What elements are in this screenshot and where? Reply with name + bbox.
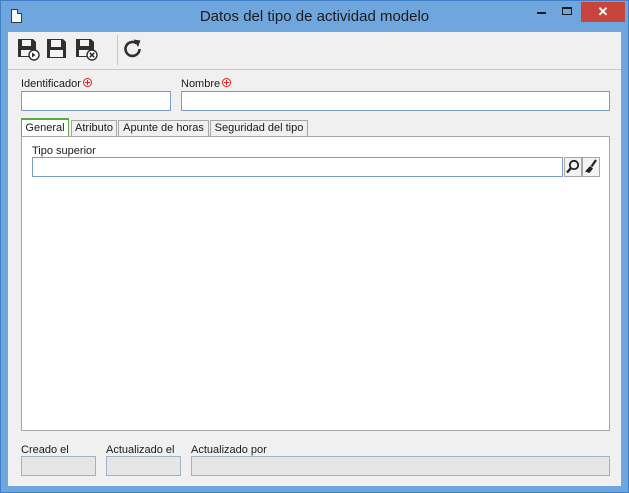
tab-seguridad-del-tipo[interactable]: Seguridad del tipo [210, 120, 308, 137]
save-and-close-button[interactable] [74, 37, 98, 61]
close-button[interactable]: ✕ [581, 2, 625, 22]
nombre-input[interactable] [181, 91, 610, 111]
refresh-button[interactable] [121, 37, 145, 61]
minimize-icon [536, 12, 546, 14]
save-icon [47, 39, 66, 58]
save-button[interactable] [45, 37, 69, 61]
search-button[interactable] [564, 157, 582, 177]
actualizado-el-label: Actualizado el [106, 444, 175, 456]
toolbar [8, 32, 621, 70]
minimize-button[interactable] [528, 2, 554, 22]
save-and-new-button[interactable] [16, 37, 40, 61]
search-icon [566, 159, 580, 174]
identificador-label: Identificador [21, 78, 92, 90]
tab-general[interactable]: General [21, 118, 69, 137]
clear-button[interactable] [582, 157, 600, 177]
toolbar-separator [117, 35, 118, 65]
title-bar[interactable]: Datos del tipo de actividad modelo ✕ [1, 1, 628, 32]
refresh-icon [124, 39, 141, 58]
dialog-window: Datos del tipo de actividad modelo ✕ Ide… [0, 0, 629, 493]
required-icon [222, 78, 232, 87]
dialog-client-area: Identificador Nombre General Atributo Ap… [8, 32, 621, 486]
actualizado-por-label: Actualizado por [191, 444, 267, 456]
creado-el-field [21, 456, 96, 476]
nombre-label: Nombre [181, 78, 232, 90]
maximize-icon [562, 7, 572, 15]
tipo-superior-input[interactable] [32, 157, 563, 177]
general-tab-panel: Tipo superior [21, 136, 610, 431]
identificador-input[interactable] [21, 91, 171, 111]
maximize-button[interactable] [554, 2, 580, 22]
nombre-label-text: Nombre [181, 78, 221, 90]
tipo-superior-label: Tipo superior [32, 145, 96, 157]
actualizado-por-field [191, 456, 610, 476]
actualizado-el-field [106, 456, 181, 476]
required-icon [82, 78, 92, 87]
eraser-icon [585, 159, 597, 173]
identificador-label-text: Identificador [21, 78, 81, 90]
tab-atributo[interactable]: Atributo [71, 120, 117, 137]
creado-el-label: Creado el [21, 444, 69, 456]
save-and-close-icon [76, 39, 98, 61]
tab-apunte-de-horas[interactable]: Apunte de horas [118, 120, 209, 137]
save-and-new-icon [18, 39, 40, 61]
